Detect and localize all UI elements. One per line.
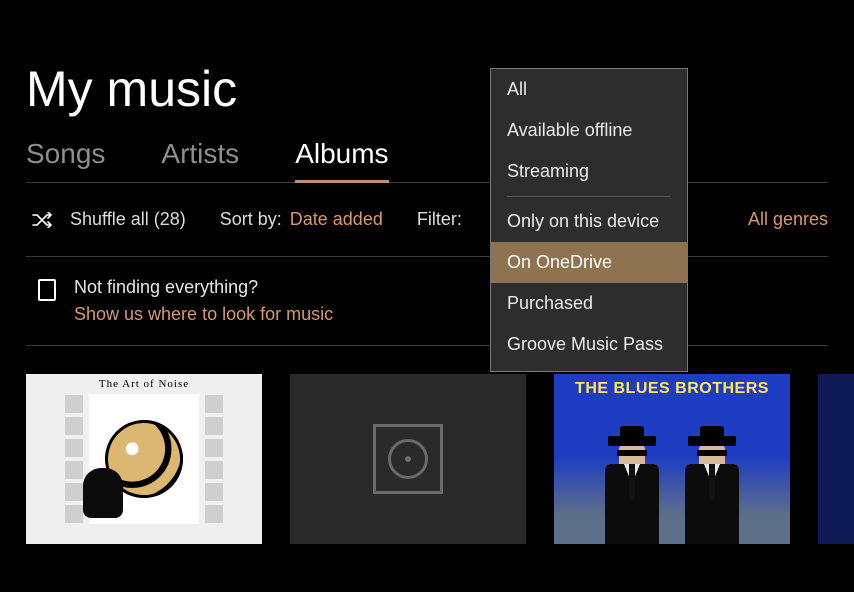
device-icon — [38, 279, 56, 301]
sort-by-value: Date added — [290, 209, 383, 230]
sort-by-label: Sort by: — [220, 209, 282, 230]
page-title: My music — [26, 60, 828, 118]
album-caption: THE BLUES BROTHERS — [575, 380, 769, 398]
sort-by-control[interactable]: Sort by: Date added — [220, 209, 383, 230]
filter-option[interactable]: On OneDrive — [491, 242, 687, 283]
tabs: Songs Artists Albums — [26, 138, 828, 183]
filter-option[interactable]: Purchased — [491, 283, 687, 324]
filter-option[interactable]: All — [491, 69, 687, 110]
album-caption: The Art of Noise — [99, 378, 189, 390]
hint-text-line1: Not finding everything? — [74, 277, 333, 298]
hint-bar: Not finding everything? Show us where to… — [26, 257, 828, 346]
toolbar: Shuffle all (28) Sort by: Date added Fil… — [26, 183, 828, 257]
menu-separator — [507, 196, 671, 197]
tab-songs[interactable]: Songs — [26, 138, 105, 182]
shuffle-all-button[interactable]: Shuffle all (28) — [32, 209, 186, 230]
filter-option[interactable]: Streaming — [491, 151, 687, 192]
genre-filter-link[interactable]: All genres — [748, 209, 828, 230]
filter-control[interactable]: Filter: — [417, 209, 462, 230]
tab-albums[interactable]: Albums — [295, 138, 388, 183]
tab-artists[interactable]: Artists — [161, 138, 239, 182]
album-tile[interactable] — [290, 374, 526, 544]
filter-label: Filter: — [417, 209, 462, 230]
filter-dropdown-menu: AllAvailable offlineStreaming Only on thi… — [490, 68, 688, 372]
filter-option[interactable]: Groove Music Pass — [491, 324, 687, 365]
album-tile[interactable]: THE BLUES BROTHERS — [554, 374, 790, 544]
shuffle-icon — [32, 212, 52, 228]
hint-show-locations-link[interactable]: Show us where to look for music — [74, 304, 333, 325]
album-tile[interactable]: ✦ — [818, 374, 854, 544]
album-tile[interactable]: The Art of Noise — [26, 374, 262, 544]
album-placeholder-icon — [373, 424, 443, 494]
filter-option[interactable]: Only on this device — [491, 201, 687, 242]
filter-option[interactable]: Available offline — [491, 110, 687, 151]
shuffle-label: Shuffle all (28) — [70, 209, 186, 230]
albums-row: The Art of Noise — [26, 374, 828, 544]
